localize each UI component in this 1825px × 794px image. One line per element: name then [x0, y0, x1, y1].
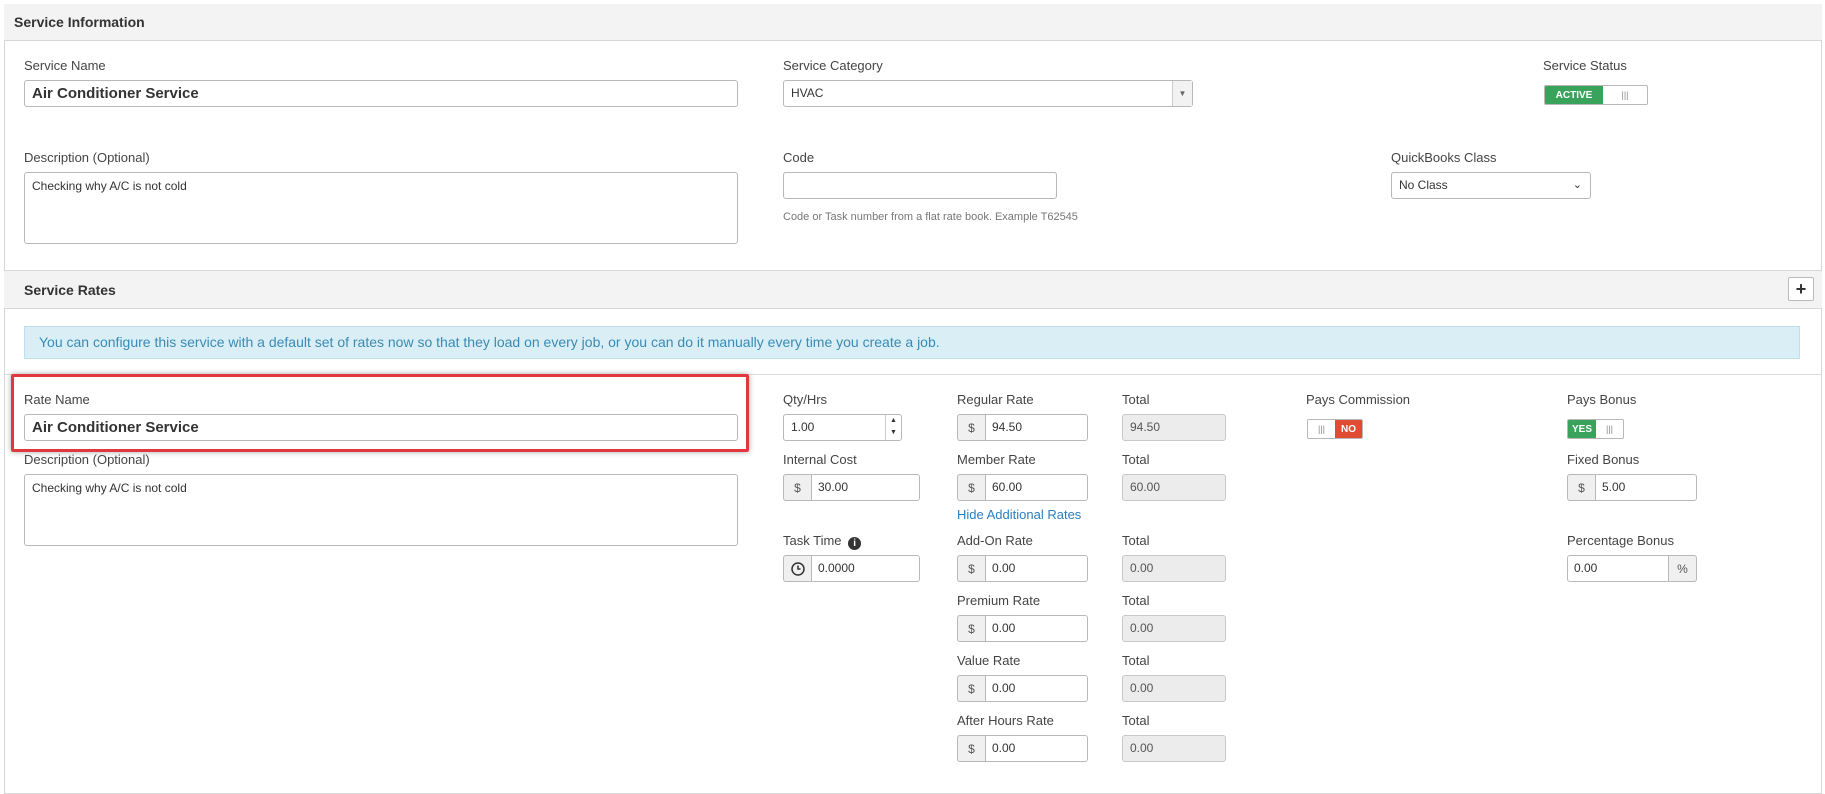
value-rate-total: 0.00 — [1122, 675, 1226, 702]
currency-addon: $ — [957, 735, 985, 762]
regular-rate-field[interactable]: $ 94.50 — [957, 414, 1088, 441]
rate-description-textarea[interactable]: Checking why A/C is not cold — [24, 474, 738, 546]
qty-value: 1.00 — [791, 420, 815, 434]
percentage-bonus-field[interactable]: 0.00 % — [1567, 555, 1697, 582]
service-status-label: Service Status — [1543, 58, 1627, 73]
chevron-down-icon[interactable]: ▼ — [1172, 81, 1192, 106]
task-time-field[interactable]: 0.0000 — [783, 555, 920, 582]
section-title: Service Rates — [24, 282, 116, 298]
service-category-value: HVAC — [791, 86, 824, 100]
percent-addon: % — [1669, 555, 1697, 582]
total-label: Total — [1122, 713, 1150, 728]
service-information-header: Service Information — [4, 4, 1822, 41]
section-title: Service Information — [14, 14, 145, 30]
after-hours-rate-field[interactable]: $ 0.00 — [957, 735, 1088, 762]
code-label: Code — [783, 150, 815, 165]
pays-commission-label: Pays Commission — [1306, 392, 1411, 407]
after-hours-rate-label: After Hours Rate — [957, 713, 1054, 728]
quickbooks-class-value: No Class — [1399, 178, 1448, 192]
total-label: Total — [1122, 392, 1150, 407]
fixed-bonus-label: Fixed Bonus — [1567, 452, 1640, 467]
add-on-rate-label: Add-On Rate — [957, 533, 1033, 548]
add-on-rate-input[interactable]: 0.00 — [985, 555, 1088, 582]
chevron-down-icon: ⌄ — [1572, 179, 1582, 191]
plus-icon: + — [1795, 278, 1807, 299]
currency-addon: $ — [1567, 474, 1595, 501]
add-rate-button[interactable]: + — [1788, 277, 1814, 301]
internal-cost-input[interactable]: 30.00 — [811, 474, 920, 501]
quickbooks-class-select[interactable]: No Class ⌄ — [1391, 172, 1591, 199]
total-label: Total — [1122, 533, 1150, 548]
toggle-grip-icon: ||| — [1317, 424, 1325, 434]
code-input[interactable] — [783, 172, 1057, 199]
stepper-icon[interactable]: ▲ ▼ — [885, 415, 901, 440]
pays-bonus-toggle[interactable]: YES ||| — [1567, 419, 1624, 439]
member-rate-field[interactable]: $ 60.00 — [957, 474, 1088, 501]
add-on-rate-total: 0.00 — [1122, 555, 1226, 582]
member-rate-label: Member Rate — [957, 452, 1036, 467]
service-rates-header: Service Rates — [4, 270, 1822, 309]
currency-addon: $ — [783, 474, 811, 501]
after-hours-rate-total: 0.00 — [1122, 735, 1226, 762]
add-on-rate-field[interactable]: $ 0.00 — [957, 555, 1088, 582]
hide-additional-rates-link[interactable]: Hide Additional Rates — [957, 507, 1081, 522]
highlight-annotation — [11, 374, 749, 452]
premium-rate-total: 0.00 — [1122, 615, 1226, 642]
fixed-bonus-input[interactable]: 5.00 — [1595, 474, 1697, 501]
description-label: Description (Optional) — [24, 150, 150, 165]
regular-rate-total: 94.50 — [1122, 414, 1226, 441]
toggle-grip-icon: ||| — [1605, 424, 1613, 434]
rate-description-label: Description (Optional) — [24, 452, 150, 467]
regular-rate-label: Regular Rate — [957, 392, 1034, 407]
service-status-toggle[interactable]: ACTIVE ||| — [1544, 85, 1648, 105]
task-time-input[interactable]: 0.0000 — [811, 555, 920, 582]
value-rate-input[interactable]: 0.00 — [985, 675, 1088, 702]
service-name-input[interactable]: Air Conditioner Service — [24, 80, 738, 107]
bonus-yes-indicator: YES — [1568, 420, 1596, 438]
premium-rate-label: Premium Rate — [957, 593, 1041, 608]
currency-addon: $ — [957, 555, 985, 582]
after-hours-rate-input[interactable]: 0.00 — [985, 735, 1088, 762]
toggle-grip-icon: ||| — [1621, 90, 1629, 100]
qty-label: Qty/Hrs — [783, 392, 828, 407]
total-label: Total — [1122, 593, 1150, 608]
premium-rate-input[interactable]: 0.00 — [985, 615, 1088, 642]
status-active-indicator: ACTIVE — [1545, 86, 1603, 104]
member-rate-total: 60.00 — [1122, 474, 1226, 501]
total-label: Total — [1122, 653, 1150, 668]
currency-addon: $ — [957, 414, 985, 441]
info-icon[interactable]: i — [848, 537, 862, 550]
member-rate-input[interactable]: 60.00 — [985, 474, 1088, 501]
qty-input[interactable]: 1.00 ▲ ▼ — [783, 414, 902, 441]
percentage-bonus-label: Percentage Bonus — [1567, 533, 1674, 548]
code-help-text: Code or Task number from a flat rate boo… — [783, 211, 1078, 223]
internal-cost-field[interactable]: $ 30.00 — [783, 474, 920, 501]
currency-addon: $ — [957, 675, 985, 702]
total-label: Total — [1122, 452, 1150, 467]
service-category-label: Service Category — [783, 58, 883, 73]
pays-bonus-label: Pays Bonus — [1567, 392, 1637, 407]
info-banner: You can configure this service with a de… — [24, 326, 1800, 359]
regular-rate-input[interactable]: 94.50 — [985, 414, 1088, 441]
value-rate-field[interactable]: $ 0.00 — [957, 675, 1088, 702]
service-category-select[interactable]: HVAC ▼ — [783, 80, 1193, 107]
premium-rate-field[interactable]: $ 0.00 — [957, 615, 1088, 642]
pays-commission-toggle[interactable]: ||| NO — [1307, 419, 1363, 439]
task-time-label: Task Time i — [783, 533, 862, 550]
percentage-bonus-input[interactable]: 0.00 — [1567, 555, 1669, 582]
service-name-label: Service Name — [24, 58, 106, 73]
commission-no-indicator: NO — [1335, 420, 1362, 438]
internal-cost-label: Internal Cost — [783, 452, 857, 467]
clock-icon — [783, 555, 811, 582]
currency-addon: $ — [957, 615, 985, 642]
currency-addon: $ — [957, 474, 985, 501]
value-rate-label: Value Rate — [957, 653, 1021, 668]
description-textarea[interactable]: Checking why A/C is not cold — [24, 172, 738, 244]
fixed-bonus-field[interactable]: $ 5.00 — [1567, 474, 1697, 501]
quickbooks-class-label: QuickBooks Class — [1391, 150, 1497, 165]
task-time-text: Task Time — [783, 533, 842, 548]
